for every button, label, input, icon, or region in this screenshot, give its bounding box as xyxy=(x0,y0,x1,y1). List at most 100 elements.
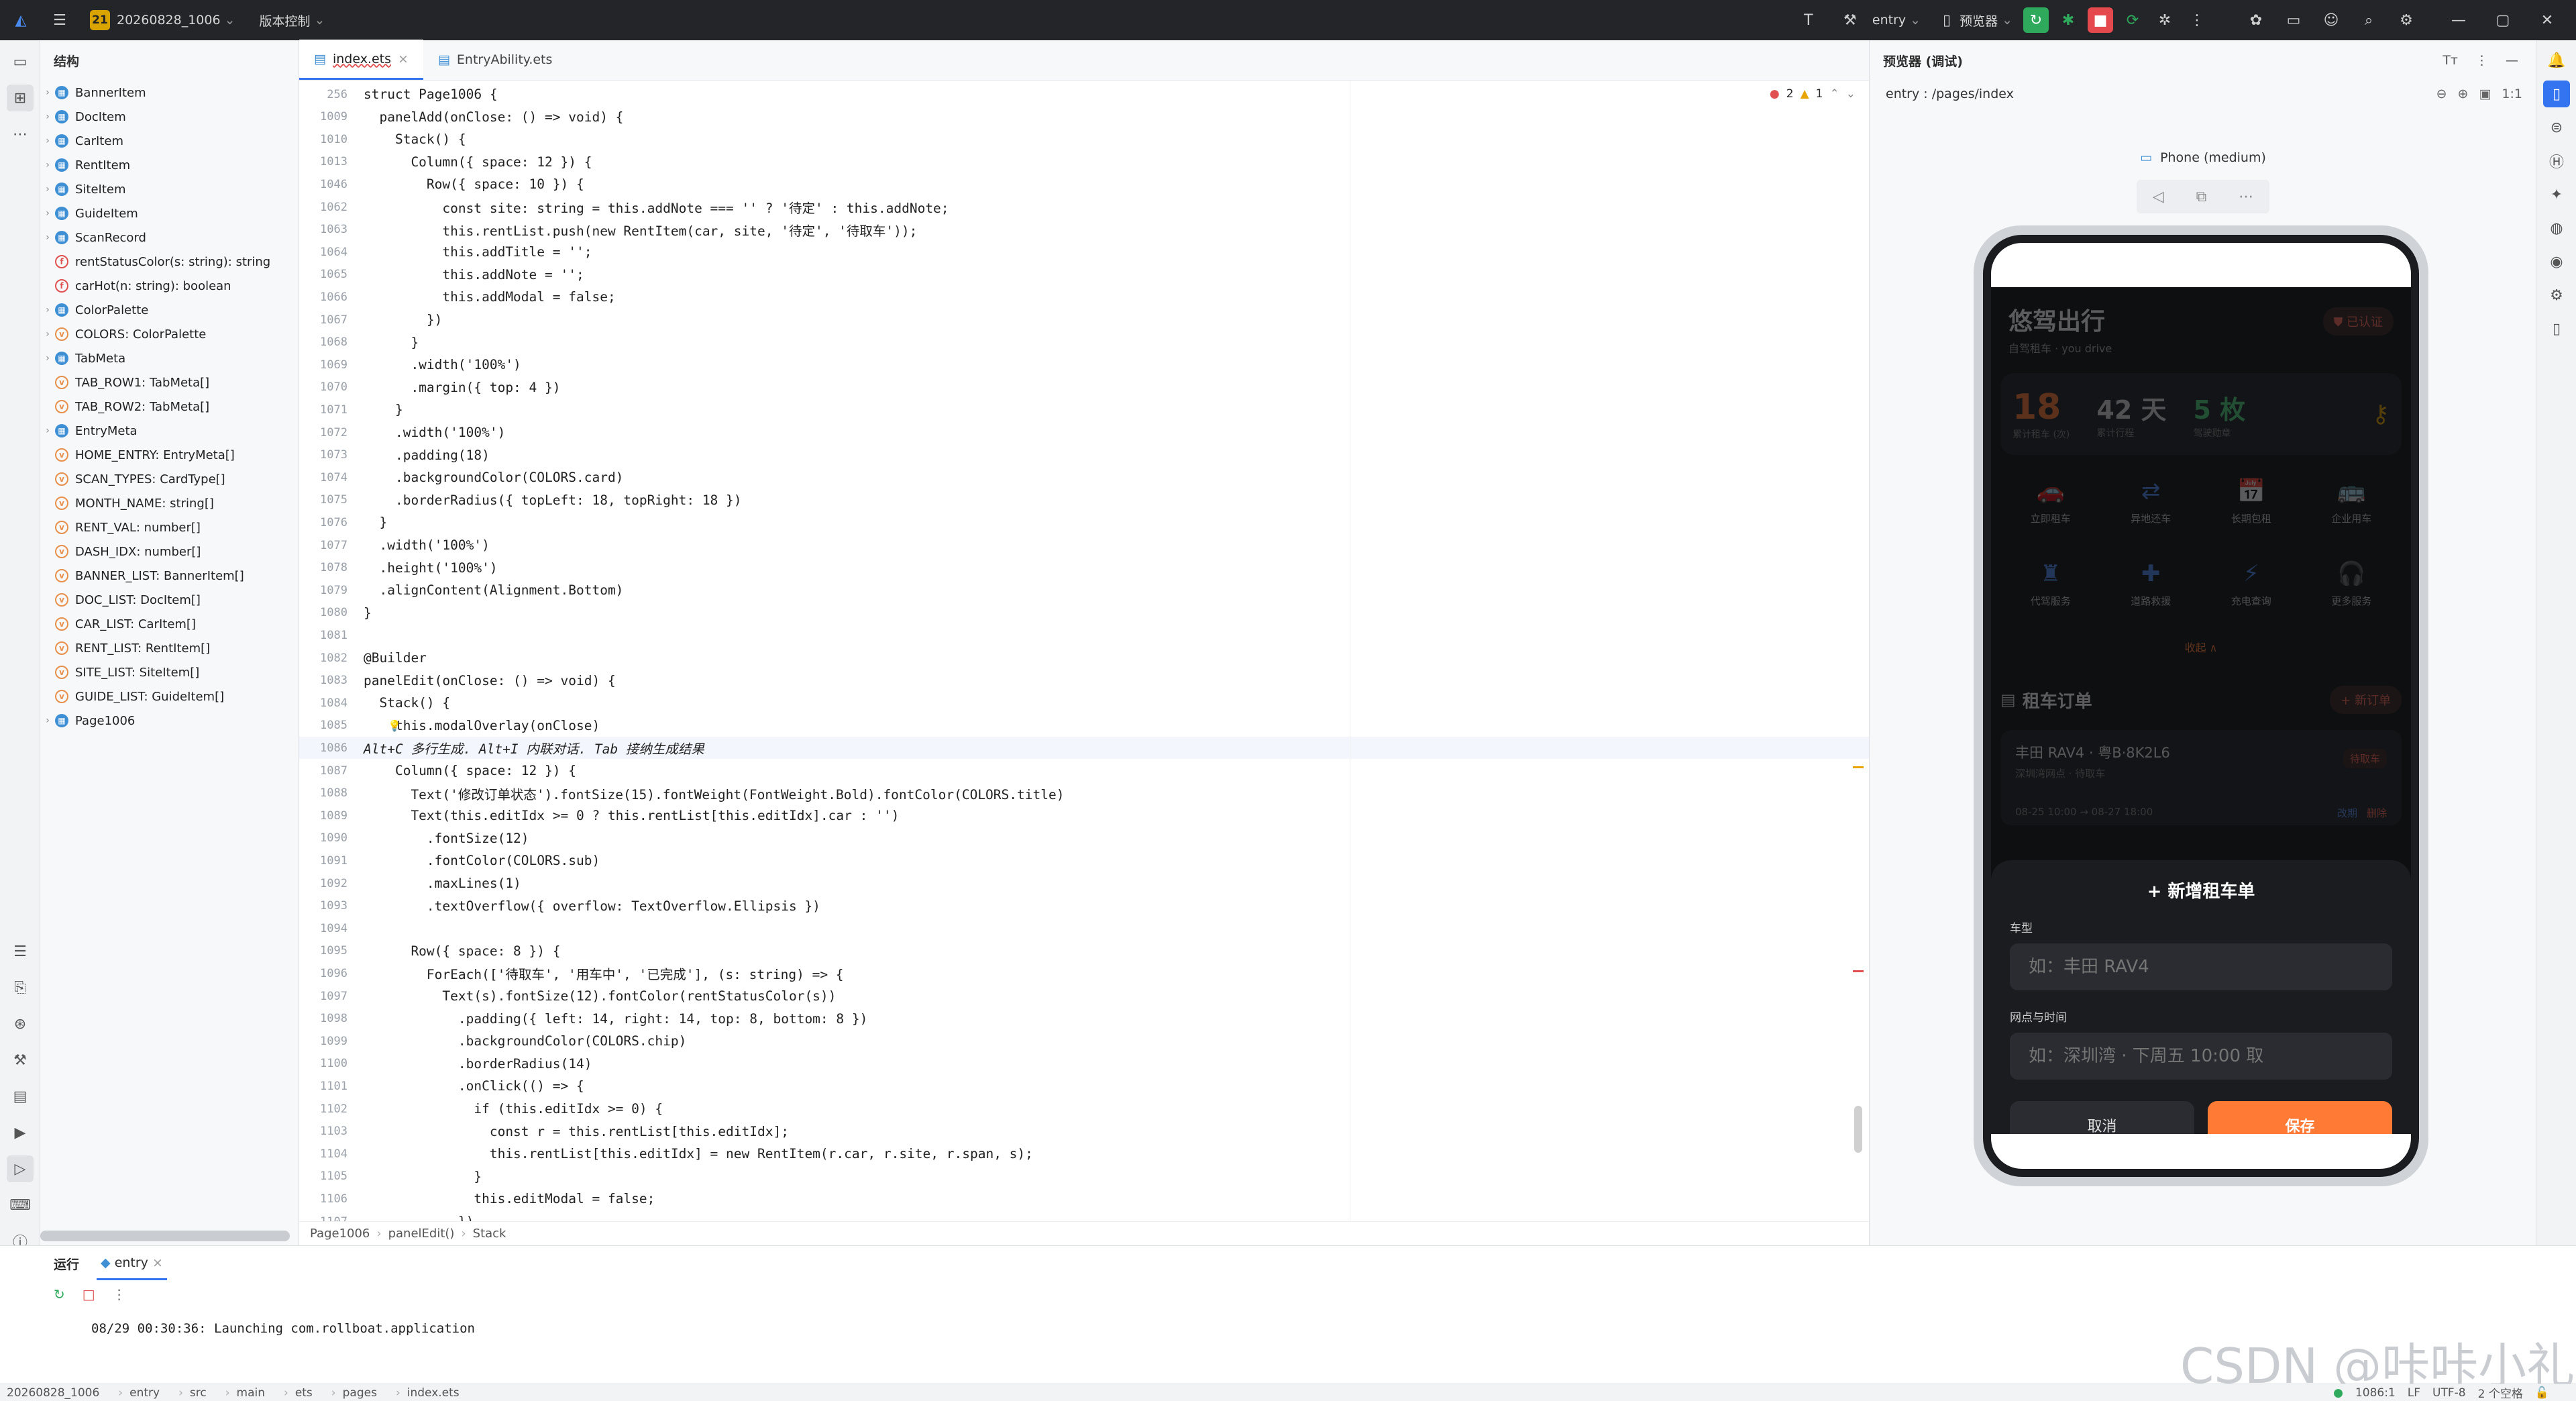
chevron-right-icon[interactable]: › xyxy=(40,184,55,195)
code-line[interactable]: 1104 this.rentList[this.editIdx] = new R… xyxy=(299,1143,1869,1165)
gear-icon[interactable]: ⚙ xyxy=(2394,7,2419,33)
code-line[interactable]: 1075 .borderRadius({ topLeft: 18, topRig… xyxy=(299,489,1869,511)
rerun-icon[interactable]: ↻ xyxy=(2023,7,2049,33)
line-ending[interactable]: LF xyxy=(2408,1386,2420,1400)
more-icon[interactable]: ⋮ xyxy=(2475,53,2488,68)
close-icon[interactable]: ✕ xyxy=(2534,7,2560,33)
code-line[interactable]: 1093 .textOverflow({ overflow: TextOverf… xyxy=(299,895,1869,917)
more-icon[interactable]: ⋮ xyxy=(2184,7,2210,33)
structure-item[interactable]: v TAB_ROW1: TabMeta[] xyxy=(40,370,299,395)
profiler-icon[interactable]: ⊛ xyxy=(7,1010,34,1037)
structure-item[interactable]: › ▦ GuideItem xyxy=(40,201,299,225)
chevron-right-icon[interactable]: › xyxy=(40,305,55,315)
code-line[interactable]: 1105 } xyxy=(299,1165,1869,1188)
error-marker[interactable] xyxy=(1853,970,1864,972)
bug-icon[interactable]: ✲ xyxy=(2152,7,2178,33)
tab-entryability-ets[interactable]: ▤ EntryAbility.ets xyxy=(423,40,567,80)
structure-item[interactable]: › ▦ RentItem xyxy=(40,153,299,177)
zoom-in-icon[interactable]: ⊕ xyxy=(2458,87,2469,101)
inspector-icon[interactable]: ◉ xyxy=(2543,248,2570,275)
structure-item[interactable]: › ▦ CarItem xyxy=(40,129,299,153)
minimize-icon[interactable]: — xyxy=(2506,53,2518,68)
stop-icon[interactable]: ■ xyxy=(2088,7,2113,33)
code-line[interactable]: 1009 panelAdd(onClose: () => void) { xyxy=(299,106,1869,128)
breadcrumb-item[interactable]: panelEdit() xyxy=(388,1227,455,1241)
minimize-icon[interactable]: — xyxy=(2446,7,2471,33)
chevron-right-icon[interactable]: › xyxy=(40,111,55,122)
code-area[interactable]: 256 struct Page1006 {1009 panelAdd(onClos… xyxy=(299,83,1869,1261)
lightbulb-icon[interactable]: 💡 xyxy=(388,719,401,732)
chevron-right-icon[interactable]: › xyxy=(40,425,55,436)
code-line[interactable]: 1087 Column({ space: 12 }) { xyxy=(299,760,1869,782)
previewer-icon[interactable]: ▯ xyxy=(2543,81,2570,107)
code-line[interactable]: 1091 .fontColor(COLORS.sub) xyxy=(299,849,1869,872)
chevron-right-icon[interactable]: › xyxy=(40,160,55,170)
structure-item[interactable]: › ▦ ScanRecord xyxy=(40,225,299,250)
path-segment[interactable]: main xyxy=(237,1386,265,1400)
chevron-right-icon[interactable]: › xyxy=(40,353,55,364)
collapse-link[interactable]: 收起 ∧ xyxy=(1991,639,2411,655)
code-line[interactable]: 1095 Row({ space: 8 }) { xyxy=(299,940,1869,962)
service-item[interactable]: ✚ 道路救援 xyxy=(2101,560,2202,608)
project-name[interactable]: 20260828_1006 xyxy=(117,13,221,28)
code-line[interactable]: 1063 this.rentList.push(new RentItem(car… xyxy=(299,219,1869,241)
code-line[interactable]: 1097 Text(s).fontSize(12).fontColor(rent… xyxy=(299,985,1869,1007)
project-icon[interactable]: ▭ xyxy=(7,48,34,75)
code-line[interactable]: 256 struct Page1006 { xyxy=(299,83,1869,105)
structure-item[interactable]: f carHot(n: string): boolean xyxy=(40,274,299,298)
structure-item[interactable]: v SITE_LIST: SiteItem[] xyxy=(40,660,299,684)
font-size-icon[interactable]: Tт xyxy=(2443,53,2458,68)
service-item[interactable]: ⇄ 异地还车 xyxy=(2101,478,2202,525)
breadcrumb-item[interactable]: Stack xyxy=(473,1227,506,1241)
code-line[interactable]: 1078 .height('100%') xyxy=(299,557,1869,579)
cursor-position[interactable]: 1086:1 xyxy=(2355,1386,2396,1400)
page-path[interactable]: entry : /pages/index xyxy=(1886,87,2014,101)
path-segment[interactable]: ets xyxy=(295,1386,313,1400)
service-item[interactable]: 🚌 企业用车 xyxy=(2302,478,2402,525)
service-item[interactable]: 📅 长期包租 xyxy=(2201,478,2302,525)
code-line[interactable]: 1013 Column({ space: 12 }) { xyxy=(299,151,1869,173)
codegenie-icon[interactable]: ✦ xyxy=(2543,181,2570,208)
code-line[interactable]: 1065 this.addNote = ''; xyxy=(299,264,1869,286)
vcs-menu[interactable]: 版本控制 xyxy=(259,11,310,30)
code-line[interactable]: 1072 .width('100%') xyxy=(299,421,1869,444)
structure-item[interactable]: v TAB_ROW2: TabMeta[] xyxy=(40,395,299,419)
todo-icon[interactable]: ☰ xyxy=(7,938,34,965)
code-line[interactable]: 1092 .maxLines(1) xyxy=(299,872,1869,894)
app-logo-icon[interactable]: ◭ xyxy=(8,7,34,33)
chevron-right-icon[interactable]: › xyxy=(40,329,55,340)
font-icon[interactable]: T xyxy=(1796,7,1821,33)
more-icon[interactable]: ⋯ xyxy=(2239,189,2253,205)
code-line[interactable]: 1085 this.modalOverlay(onClose) 💡 xyxy=(299,715,1869,737)
sync-status-icon[interactable]: ● xyxy=(2333,1386,2343,1400)
service-item[interactable]: 🎧 更多服务 xyxy=(2302,560,2402,608)
new-order-button[interactable]: + 新订单 xyxy=(2330,686,2402,714)
code-line[interactable]: 1068 } xyxy=(299,331,1869,354)
run-config-tab[interactable]: ◆ entry × xyxy=(97,1247,167,1280)
code-line[interactable]: 1076 } xyxy=(299,511,1869,533)
code-line[interactable]: 1098 .padding({ left: 14, right: 14, top… xyxy=(299,1008,1869,1030)
structure-item[interactable]: › ▦ TabMeta xyxy=(40,346,299,370)
service-item[interactable]: 🚗 立即租车 xyxy=(2000,478,2101,525)
database-icon[interactable]: ⊜ xyxy=(2543,114,2570,141)
code-line[interactable]: 1081 xyxy=(299,624,1869,646)
device-name[interactable]: Phone (medium) xyxy=(2160,150,2266,165)
services-icon[interactable]: ▶ xyxy=(7,1119,34,1146)
build-icon[interactable]: ⚒ xyxy=(7,1047,34,1074)
code-line[interactable]: 1101 .onClick(() => { xyxy=(299,1075,1869,1097)
structure-item[interactable]: v RENT_LIST: RentItem[] xyxy=(40,636,299,660)
code-line[interactable]: 1088 Text('修改订单状态').fontSize(15).fontWei… xyxy=(299,782,1869,805)
network-icon[interactable]: ◍ xyxy=(2543,215,2570,242)
path-segment[interactable]: entry xyxy=(129,1386,160,1400)
notification-icon[interactable]: 🔔 xyxy=(2543,47,2570,74)
path-segment[interactable]: src xyxy=(190,1386,207,1400)
structure-item[interactable]: v MONTH_NAME: string[] xyxy=(40,491,299,515)
chevron-right-icon[interactable]: › xyxy=(40,208,55,219)
run-icon[interactable]: ▷ xyxy=(7,1155,34,1182)
code-line[interactable]: 1094 xyxy=(299,917,1869,939)
hot-reload-icon[interactable]: ⟳ xyxy=(2120,7,2145,33)
structure-item[interactable]: v DASH_IDX: number[] xyxy=(40,539,299,564)
actual-size-icon[interactable]: 1:1 xyxy=(2502,87,2522,101)
chevron-right-icon[interactable]: › xyxy=(40,87,55,98)
path-segment[interactable]: pages xyxy=(343,1386,377,1400)
